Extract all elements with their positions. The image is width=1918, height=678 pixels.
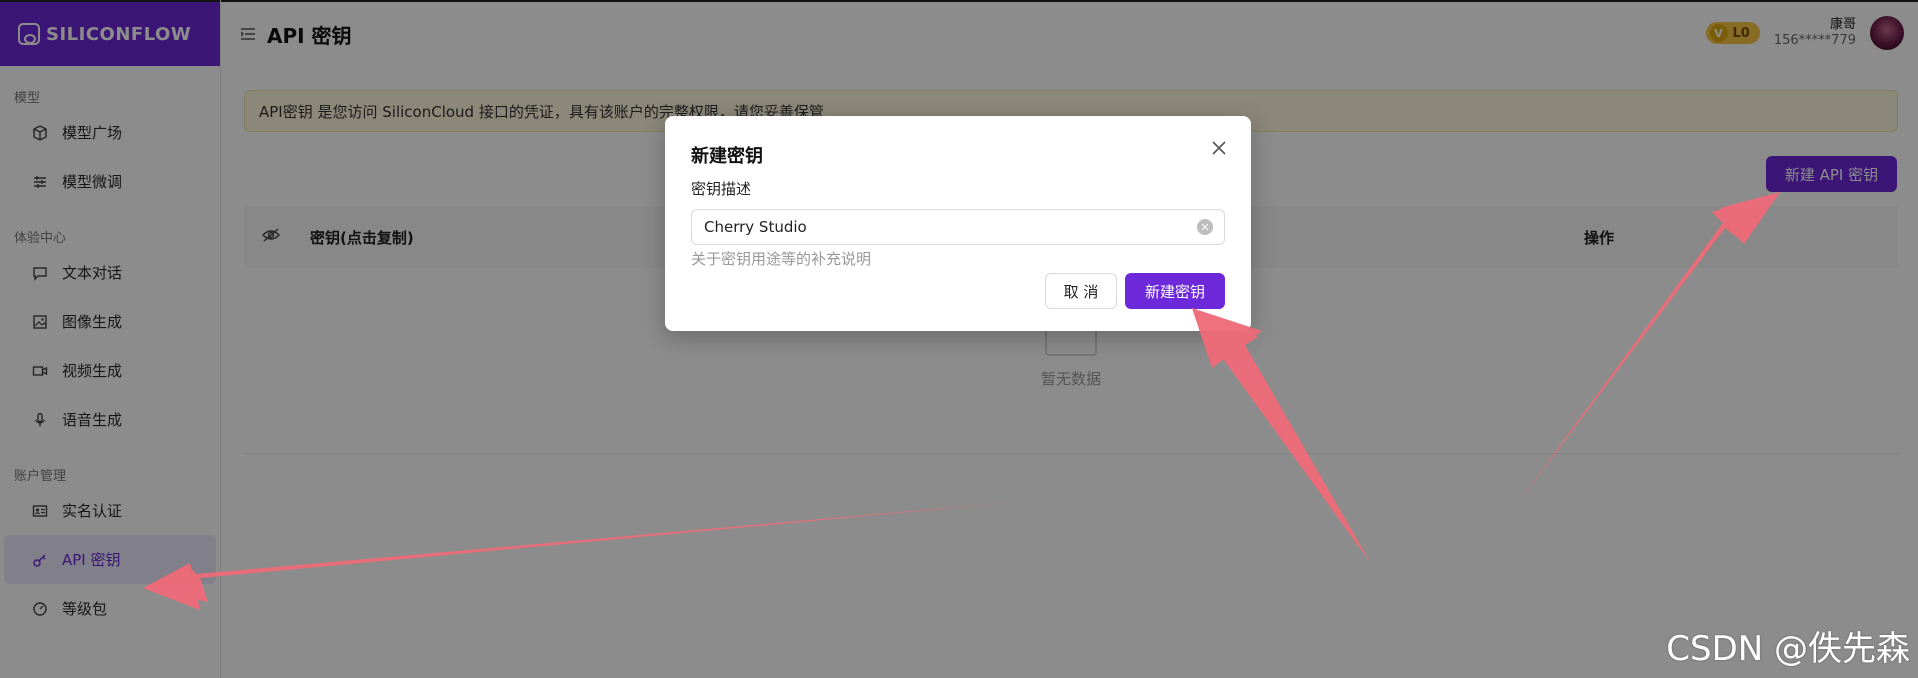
modal-overlay[interactable] bbox=[0, 0, 1918, 678]
new-key-dialog: 新建密钥 密钥描述 ✕ 关于密钥用途等的补充说明 取 消 新建密钥 bbox=[665, 116, 1251, 331]
clear-input-icon[interactable]: ✕ bbox=[1197, 219, 1213, 235]
key-description-label: 密钥描述 bbox=[691, 180, 752, 198]
key-description-hint: 关于密钥用途等的补充说明 bbox=[691, 250, 872, 268]
cancel-button[interactable]: 取 消 bbox=[1045, 273, 1117, 309]
key-description-input[interactable] bbox=[691, 209, 1225, 245]
close-icon[interactable] bbox=[1209, 138, 1229, 158]
dialog-title: 新建密钥 bbox=[691, 146, 763, 167]
watermark-text: CSDN @佚先森 bbox=[1666, 629, 1910, 669]
create-key-button[interactable]: 新建密钥 bbox=[1125, 273, 1225, 309]
